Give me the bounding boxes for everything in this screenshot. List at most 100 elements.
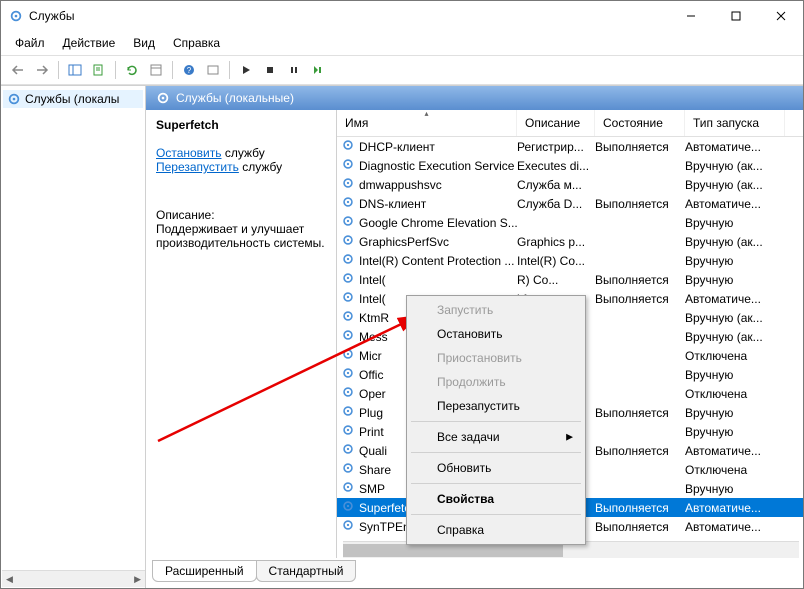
- service-name: Intel(: [359, 273, 386, 287]
- services-icon: [9, 9, 23, 23]
- stop-service-link[interactable]: Остановить: [156, 146, 222, 160]
- restart-service-button[interactable]: [307, 59, 329, 81]
- gear-icon: [341, 195, 355, 212]
- column-description[interactable]: Описание: [517, 110, 595, 136]
- column-name[interactable]: Имя▴: [337, 110, 517, 136]
- titlebar: Службы: [1, 1, 803, 31]
- gear-icon: [341, 385, 355, 402]
- description-label: Описание:: [156, 208, 326, 222]
- service-startup: Вручную: [685, 273, 785, 287]
- service-startup: Автоматиче...: [685, 292, 785, 306]
- service-state: Выполняется: [595, 444, 685, 458]
- properties-button[interactable]: [145, 59, 167, 81]
- gear-icon: [341, 442, 355, 459]
- menu-help[interactable]: Справка: [165, 33, 228, 53]
- column-startup[interactable]: Тип запуска: [685, 110, 785, 136]
- toolbar: ?: [1, 55, 803, 85]
- menu-view[interactable]: Вид: [125, 33, 163, 53]
- maximize-button[interactable]: [713, 1, 758, 31]
- cm-restart[interactable]: Перезапустить: [409, 394, 583, 418]
- nav-back-button[interactable]: [7, 59, 29, 81]
- service-state: Выполняется: [595, 197, 685, 211]
- pause-service-button[interactable]: [283, 59, 305, 81]
- gear-icon: [341, 290, 355, 307]
- service-startup: Автоматиче...: [685, 197, 785, 211]
- restart-service-link[interactable]: Перезапустить: [156, 160, 239, 174]
- column-state[interactable]: Состояние: [595, 110, 685, 136]
- service-startup: Автоматиче...: [685, 140, 785, 154]
- gear-icon: [341, 423, 355, 440]
- toolbar-icon[interactable]: [202, 59, 224, 81]
- service-name: SMP: [359, 482, 385, 496]
- context-menu: Запустить Остановить Приостановить Продо…: [406, 295, 586, 545]
- minimize-button[interactable]: [668, 1, 713, 31]
- service-name: Oper: [359, 387, 386, 401]
- service-name: Print: [359, 425, 384, 439]
- stop-service-button[interactable]: [259, 59, 281, 81]
- tree-root-item[interactable]: Службы (локалы: [3, 90, 143, 108]
- service-startup: Отключена: [685, 349, 785, 363]
- gear-icon: [341, 233, 355, 250]
- menubar: Файл Действие Вид Справка: [1, 31, 803, 55]
- tree-pane: Службы (локалы: [1, 86, 146, 588]
- cm-refresh[interactable]: Обновить: [409, 456, 583, 480]
- gear-icon: [341, 214, 355, 231]
- gear-icon: [341, 309, 355, 326]
- service-name: Mess: [359, 330, 388, 344]
- service-state: Выполняется: [595, 273, 685, 287]
- service-startup: Автоматиче...: [685, 444, 785, 458]
- sort-asc-icon: ▴: [424, 110, 428, 118]
- service-desc: Executes di...: [517, 159, 595, 173]
- service-row[interactable]: Intel(R) Content Protection ...Intel(R) …: [337, 251, 803, 270]
- service-name: Intel(: [359, 292, 386, 306]
- export-list-button[interactable]: [88, 59, 110, 81]
- service-startup: Вручную: [685, 368, 785, 382]
- service-state: Выполняется: [595, 292, 685, 306]
- gear-icon: [341, 176, 355, 193]
- help-button[interactable]: ?: [178, 59, 200, 81]
- service-row[interactable]: Diagnostic Execution ServiceExecutes di.…: [337, 156, 803, 175]
- service-row[interactable]: DHCP-клиентРегистрир...ВыполняетсяАвтома…: [337, 137, 803, 156]
- service-startup: Вручную: [685, 216, 785, 230]
- gear-icon: [156, 91, 170, 105]
- tab-extended[interactable]: Расширенный: [152, 560, 257, 582]
- cm-all-tasks[interactable]: Все задачи▶: [409, 425, 583, 449]
- menu-action[interactable]: Действие: [55, 33, 124, 53]
- gear-icon: [341, 480, 355, 497]
- service-startup: Отключена: [685, 387, 785, 401]
- close-button[interactable]: [758, 1, 803, 31]
- service-startup: Вручную (ак...: [685, 178, 785, 192]
- tab-standard[interactable]: Стандартный: [256, 560, 357, 582]
- service-startup: Вручную (ак...: [685, 235, 785, 249]
- gear-icon: [7, 92, 21, 106]
- service-row[interactable]: GraphicsPerfSvcGraphics p...Вручную (ак.…: [337, 232, 803, 251]
- refresh-button[interactable]: [121, 59, 143, 81]
- show-hide-tree-button[interactable]: [64, 59, 86, 81]
- cm-properties[interactable]: Свойства: [409, 487, 583, 511]
- gear-icon: [341, 404, 355, 421]
- service-desc: Регистрир...: [517, 140, 595, 154]
- nav-forward-button[interactable]: [31, 59, 53, 81]
- service-row[interactable]: dmwappushsvcСлужба м...Вручную (ак...: [337, 175, 803, 194]
- service-startup: Вручную: [685, 425, 785, 439]
- service-desc: Intel(R) Co...: [517, 254, 595, 268]
- service-row[interactable]: DNS-клиентСлужба D...ВыполняетсяАвтомати…: [337, 194, 803, 213]
- start-service-button[interactable]: [235, 59, 257, 81]
- service-startup: Вручную: [685, 254, 785, 268]
- menu-file[interactable]: Файл: [7, 33, 53, 53]
- service-desc: Graphics p...: [517, 235, 595, 249]
- cm-stop[interactable]: Остановить: [409, 322, 583, 346]
- gear-icon: [341, 366, 355, 383]
- service-startup: Автоматиче...: [685, 501, 785, 515]
- gear-icon: [341, 518, 355, 535]
- pane-header-title: Службы (локальные): [176, 91, 294, 105]
- service-row[interactable]: Intel(R) Co...ВыполняетсяВручную: [337, 270, 803, 289]
- service-desc: Служба D...: [517, 197, 595, 211]
- service-name: Share: [359, 463, 391, 477]
- left-pane-scrollbar[interactable]: ◀▶: [2, 570, 145, 587]
- service-row[interactable]: Google Chrome Elevation S...Вручную: [337, 213, 803, 232]
- service-state: Выполняется: [595, 501, 685, 515]
- gear-icon: [341, 347, 355, 364]
- cm-help[interactable]: Справка: [409, 518, 583, 542]
- tree-root-label: Службы (локалы: [25, 92, 119, 106]
